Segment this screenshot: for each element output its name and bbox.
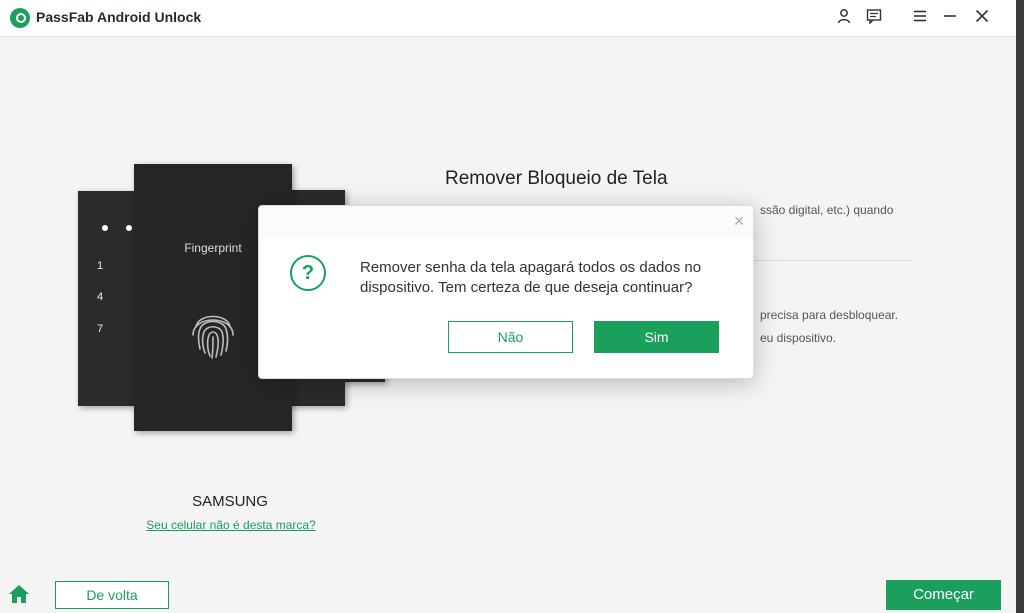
menu-icon[interactable] (910, 8, 930, 28)
dialog-close-icon[interactable]: × (731, 212, 747, 230)
title-bar: PassFab Android Unlock (0, 0, 1016, 36)
close-icon[interactable] (972, 8, 992, 28)
fingerprint-icon (188, 305, 238, 361)
section-description: ssão digital, etc.) quando (760, 203, 894, 217)
back-button[interactable]: De volta (55, 581, 169, 609)
no-button[interactable]: Não (448, 321, 573, 353)
pin-number: 1 (97, 260, 104, 272)
wrong-brand-link[interactable]: Seu celular não é desta marca? (120, 518, 342, 532)
pattern-dot (126, 225, 132, 231)
bottom-bar: De volta Começar (0, 573, 1016, 613)
pin-number: 7 (97, 323, 104, 335)
home-icon[interactable] (8, 584, 30, 604)
feedback-icon[interactable] (864, 8, 884, 28)
dialog-message: Remover senha da tela apagará todos os d… (360, 259, 702, 296)
user-icon[interactable] (834, 8, 854, 28)
dialog-header (259, 206, 753, 238)
window-edge (1016, 0, 1024, 613)
section-description: eu dispositivo. (760, 331, 837, 345)
pin-number: 4 (97, 291, 104, 303)
yes-button[interactable]: Sim (594, 321, 719, 353)
app-title: PassFab Android Unlock (36, 9, 202, 25)
question-icon: ? (290, 255, 326, 291)
section-title: Remover Bloqueio de Tela (445, 168, 668, 189)
minimize-icon[interactable] (940, 8, 960, 28)
brand-name: SAMSUNG (192, 493, 268, 510)
pattern-dot (102, 225, 108, 231)
section-description: precisa para desbloquear. (760, 308, 899, 322)
confirm-dialog: × ? Remover senha da tela apagará todos … (258, 205, 754, 379)
app-logo-icon (10, 8, 30, 28)
start-button[interactable]: Começar (886, 580, 1001, 610)
